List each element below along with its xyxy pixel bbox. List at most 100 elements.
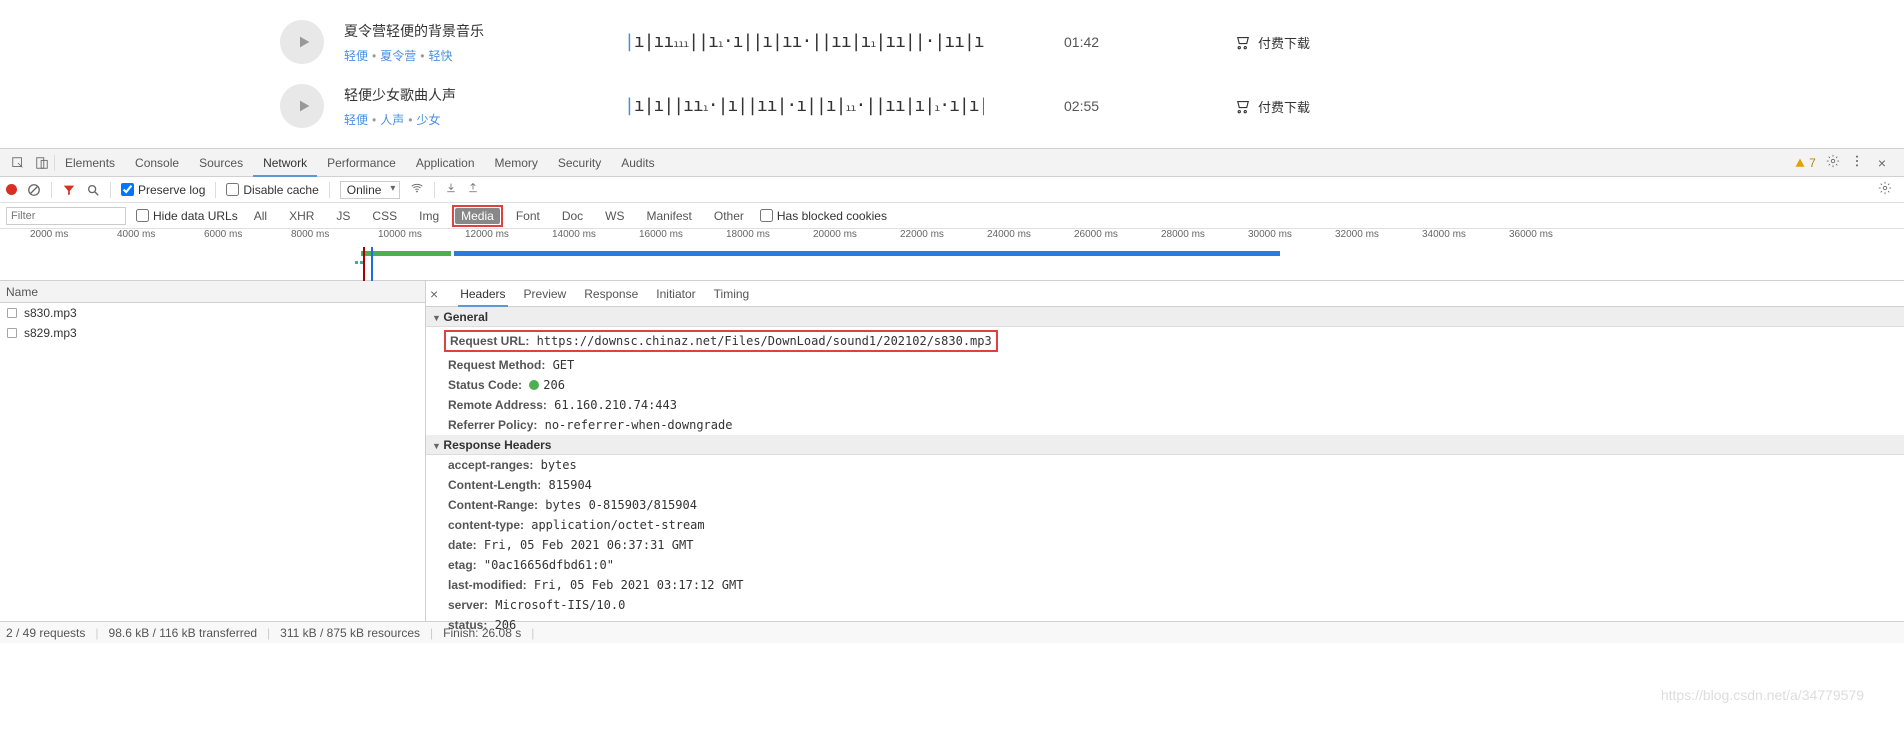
download-label: 付费下载	[1258, 97, 1310, 116]
timeline-marker	[363, 247, 365, 281]
type-js[interactable]: JS	[330, 208, 356, 224]
waveform[interactable]: |ı|ııııı||ıı·ı||ı|ıı·||ıı|ıı|ıı||·|ıı|ıı…	[624, 27, 984, 57]
detail-tab-timing[interactable]: Timing	[712, 281, 752, 307]
header-row: date: Fri, 05 Feb 2021 06:37:31 GMT	[426, 535, 1904, 555]
value: 61.160.210.74:443	[554, 398, 677, 412]
download-button[interactable]: 付费下载	[1234, 33, 1310, 52]
label: date:	[448, 538, 477, 552]
timeline-tick: 26000 ms	[1074, 229, 1118, 240]
download-button[interactable]: 付费下载	[1234, 97, 1310, 116]
timeline-tick: 8000 ms	[291, 229, 329, 240]
warnings-badge[interactable]: 7	[1794, 156, 1816, 170]
audio-item: 轻便少女歌曲人声 轻便•人声•少女 |ı|ı||ııı·|ı||ıı|·ı||ı…	[0, 74, 1904, 138]
request-name: s830.mp3	[24, 306, 77, 320]
type-manifest[interactable]: Manifest	[641, 208, 698, 224]
timeline[interactable]: 2000 ms4000 ms6000 ms8000 ms10000 ms1200…	[0, 229, 1904, 281]
waveform[interactable]: |ı|ı||ııı·|ı||ıı|·ı||ı|ıı·||ıı|ı|ı·ı|ı||…	[624, 91, 984, 121]
label: Content-Length:	[448, 478, 541, 492]
tag-link[interactable]: 轻快	[428, 49, 452, 63]
close-detail-icon[interactable]: ×	[430, 286, 438, 302]
tab-security[interactable]: Security	[548, 149, 611, 177]
label: Remote Address:	[448, 398, 547, 412]
export-icon[interactable]	[467, 182, 479, 197]
timeline-event	[355, 261, 358, 264]
type-doc[interactable]: Doc	[556, 208, 589, 224]
type-ws[interactable]: WS	[599, 208, 630, 224]
tab-memory[interactable]: Memory	[485, 149, 548, 177]
tab-console[interactable]: Console	[125, 149, 189, 177]
disable-cache-checkbox[interactable]: Disable cache	[226, 183, 318, 197]
duration: 02:55	[1064, 98, 1154, 114]
close-icon[interactable]: ×	[1874, 155, 1890, 171]
type-all[interactable]: All	[248, 208, 273, 224]
throttle-select[interactable]: Online	[340, 181, 401, 199]
cart-icon	[1234, 33, 1252, 51]
value: Fri, 05 Feb 2021 03:17:12 GMT	[534, 578, 744, 592]
request-row[interactable]: s830.mp3	[0, 303, 425, 323]
more-icon[interactable]	[1850, 154, 1864, 171]
label: Request Method:	[448, 358, 545, 372]
value: Fri, 05 Feb 2021 06:37:31 GMT	[484, 538, 694, 552]
name-column-header[interactable]: Name	[0, 281, 425, 303]
value: bytes 0-815903/815904	[545, 498, 697, 512]
network-controls: Preserve log Disable cache Online	[0, 177, 1904, 203]
label: server:	[448, 598, 488, 612]
tab-elements[interactable]: Elements	[55, 149, 125, 177]
timeline-tick: 14000 ms	[552, 229, 596, 240]
preserve-log-checkbox[interactable]: Preserve log	[121, 183, 205, 197]
clear-icon[interactable]	[27, 183, 41, 197]
tag-link[interactable]: 人声	[380, 113, 404, 127]
import-icon[interactable]	[445, 182, 457, 197]
general-section-header[interactable]: General	[426, 307, 1904, 327]
track-title[interactable]: 轻便少女歌曲人声	[344, 85, 624, 105]
tab-network[interactable]: Network	[253, 149, 317, 177]
timeline-marker	[371, 247, 373, 281]
timeline-tick: 28000 ms	[1161, 229, 1205, 240]
response-headers-section-header[interactable]: Response Headers	[426, 435, 1904, 455]
timeline-tick: 24000 ms	[987, 229, 1031, 240]
filter-input[interactable]	[6, 207, 126, 225]
tag-link[interactable]: 轻便	[344, 49, 368, 63]
hide-data-urls-checkbox[interactable]: Hide data URLs	[136, 209, 238, 223]
tab-audits[interactable]: Audits	[611, 149, 664, 177]
play-button[interactable]	[280, 84, 324, 128]
type-img[interactable]: Img	[413, 208, 445, 224]
track-info: 轻便少女歌曲人声 轻便•人声•少女	[344, 85, 624, 128]
label: content-type:	[448, 518, 524, 532]
type-xhr[interactable]: XHR	[283, 208, 320, 224]
type-other[interactable]: Other	[708, 208, 750, 224]
tab-performance[interactable]: Performance	[317, 149, 406, 177]
tab-application[interactable]: Application	[406, 149, 485, 177]
detail-tab-initiator[interactable]: Initiator	[654, 281, 697, 307]
tag-link[interactable]: 轻便	[344, 113, 368, 127]
devtools-tabs: Elements Console Sources Network Perform…	[0, 149, 1904, 177]
network-settings-icon[interactable]	[1878, 181, 1892, 198]
track-title[interactable]: 夏令营轻便的背景音乐	[344, 21, 624, 41]
tag-link[interactable]: 少女	[416, 113, 440, 127]
header-row: accept-ranges: bytes	[426, 455, 1904, 475]
cart-icon	[1234, 97, 1252, 115]
tag-link[interactable]: 夏令营	[380, 49, 416, 63]
has-blocked-checkbox[interactable]: Has blocked cookies	[760, 209, 887, 223]
inspect-icon[interactable]	[10, 155, 26, 171]
settings-icon[interactable]	[1826, 154, 1840, 171]
type-media[interactable]: Media	[455, 208, 500, 224]
type-font[interactable]: Font	[510, 208, 546, 224]
separator	[329, 182, 330, 198]
tab-sources[interactable]: Sources	[189, 149, 253, 177]
detail-tab-preview[interactable]: Preview	[522, 281, 569, 307]
detail-pane: × Headers Preview Response Initiator Tim…	[426, 281, 1904, 621]
timeline-tick: 10000 ms	[378, 229, 422, 240]
play-button[interactable]	[280, 20, 324, 64]
request-row[interactable]: s829.mp3	[0, 323, 425, 343]
record-button[interactable]	[6, 184, 17, 195]
type-css[interactable]: CSS	[366, 208, 403, 224]
device-toggle-icon[interactable]	[34, 155, 50, 171]
search-icon[interactable]	[86, 183, 100, 197]
filter-icon[interactable]	[62, 183, 76, 197]
header-row: content-type: application/octet-stream	[426, 515, 1904, 535]
detail-tab-response[interactable]: Response	[582, 281, 640, 307]
value: https://downsc.chinaz.net/Files/DownLoad…	[537, 334, 992, 348]
wifi-icon[interactable]	[410, 181, 424, 198]
detail-tab-headers[interactable]: Headers	[458, 281, 507, 307]
